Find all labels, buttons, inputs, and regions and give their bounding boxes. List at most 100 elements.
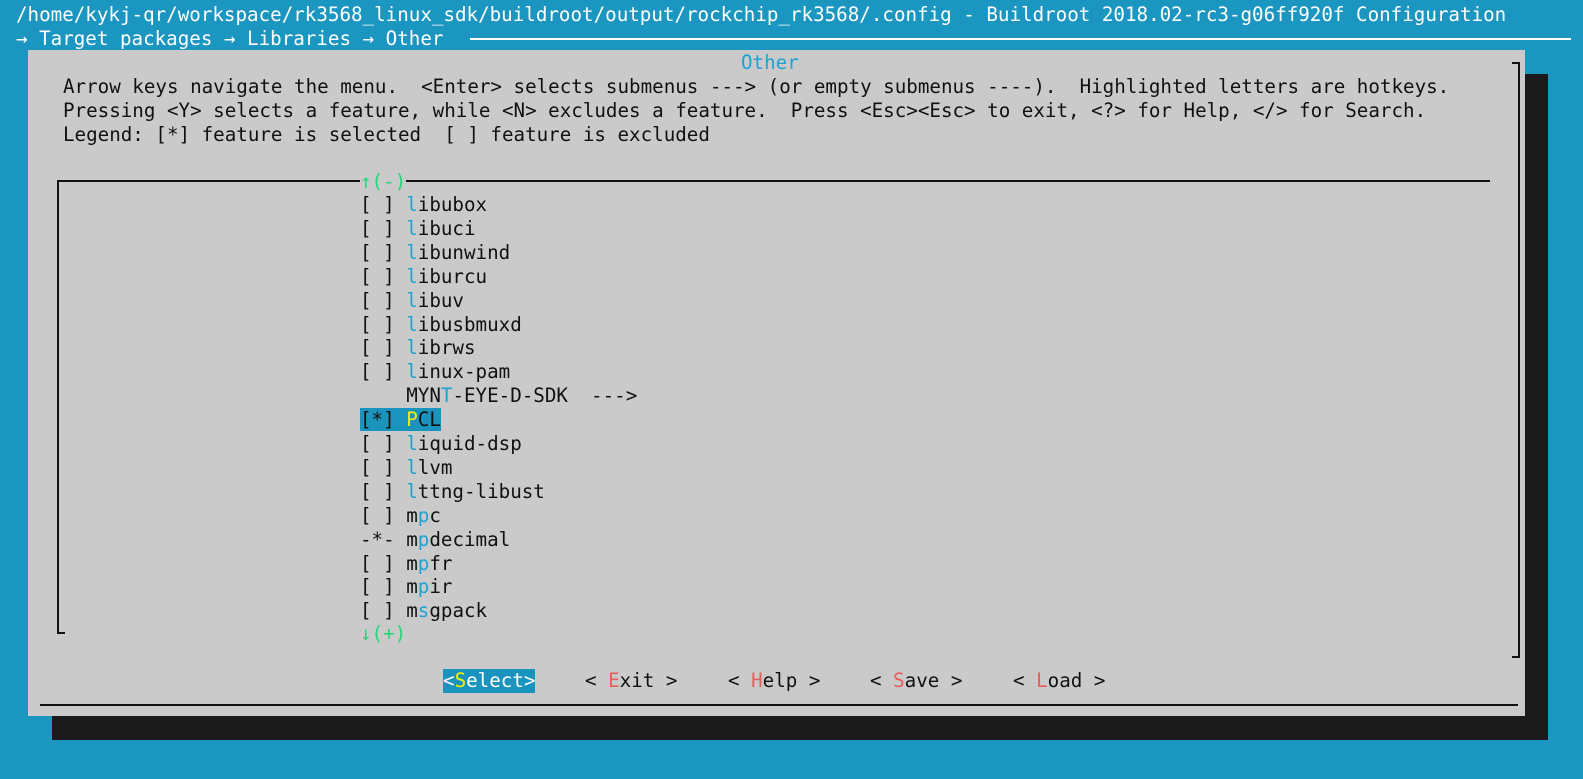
menu-item-highlight: [*] PCL	[360, 408, 441, 432]
menu-item-label: m	[406, 527, 418, 551]
load-button[interactable]: < Load >	[1013, 669, 1105, 693]
legend-line: Legend: [*] feature is selected [ ] feat…	[63, 123, 710, 146]
menu-box-left	[57, 180, 59, 634]
menu-item-hotkey: l	[406, 264, 418, 288]
menu-item-hotkey: p	[417, 551, 430, 575]
menu-item-label: m	[406, 575, 418, 599]
menu-item[interactable]: [ ] libubox	[360, 193, 487, 217]
menu-item-checkbox: [ ]	[360, 575, 407, 599]
menu-item-checkbox: [ ]	[360, 551, 407, 575]
menu-item-label: MYN	[406, 384, 441, 408]
help-button[interactable]: < Help >	[728, 669, 820, 693]
button-bracket: <	[585, 669, 609, 692]
menu-item-hotkey: l	[406, 216, 418, 240]
button-label: elect	[466, 669, 524, 692]
menu-item-checkbox: [ ]	[360, 264, 407, 288]
menu-item-checkbox	[360, 384, 406, 407]
menu-item[interactable]: [ ] linux-pam	[360, 360, 510, 384]
help-line: Pressing <Y> selects a feature, while <N…	[63, 99, 1427, 122]
button-bracket: >	[654, 669, 678, 692]
menu-item[interactable]: [*] PCL	[360, 408, 441, 432]
exit-button[interactable]: < Exit >	[585, 669, 677, 693]
button-hotkey: S	[454, 669, 467, 692]
menu-item-checkbox: [ ]	[360, 599, 407, 623]
menu-item-hotkey: l	[406, 479, 418, 503]
help-line: Arrow keys navigate the menu. <Enter> se…	[63, 75, 1450, 98]
save-button[interactable]: < Save >	[870, 669, 962, 693]
menu-item-hotkey: l	[406, 240, 418, 264]
menu-item-checkbox: -*-	[360, 527, 407, 551]
menu-item-checkbox: [ ]	[360, 240, 407, 264]
menu-item-hotkey: p	[417, 503, 430, 527]
menu-item-label: ibuci	[417, 216, 476, 240]
menu-item[interactable]: -*- mpdecimal	[360, 528, 510, 552]
menu-item-hotkey: l	[406, 288, 418, 312]
menu-item-hotkey: l	[406, 336, 418, 360]
menu-item-hotkey: s	[417, 599, 430, 623]
dialog-frame-right	[1518, 62, 1520, 658]
button-label: xit	[619, 669, 655, 692]
menu-item-label: c	[429, 503, 441, 527]
scroll-down-indicator: ↓(+)	[360, 622, 407, 645]
scroll-up-indicator: ↑(-)	[360, 170, 407, 194]
menu-item-checkbox: [ ]	[360, 312, 407, 336]
terminal-screen: /home/kykj-qr/workspace/rk3568_linux_sdk…	[0, 0, 1583, 779]
menu-item-label: m	[406, 551, 418, 575]
menu-box-top	[57, 180, 1490, 182]
menu-item[interactable]: [ ] libuci	[360, 217, 476, 241]
menu-item-checkbox: [ ]	[360, 193, 407, 216]
menu-item-hotkey: P	[406, 408, 418, 432]
menu-item-label: ibrws	[417, 336, 476, 360]
menu-item-label: inux-pam	[417, 360, 511, 384]
menu-item-hotkey: p	[417, 575, 430, 599]
button-bracket: >	[797, 669, 821, 692]
button-bracket: >	[1082, 669, 1106, 692]
button-hotkey: E	[608, 669, 620, 692]
menu-item-hotkey: T	[440, 384, 453, 408]
menu-item-checkbox: [ ]	[360, 432, 407, 455]
button-bracket: <	[1013, 669, 1037, 692]
menu-item[interactable]: [ ] mpir	[360, 575, 452, 599]
menu-item-checkbox: [ ]	[360, 503, 407, 527]
menu-item-label: iburcu	[417, 264, 488, 288]
menu-item[interactable]: [ ] msgpack	[360, 599, 487, 623]
menu-item-label: CL	[417, 408, 441, 432]
menu-item[interactable]: [ ] mpc	[360, 504, 441, 528]
menu-item-hotkey: l	[406, 193, 418, 216]
menu-item[interactable]: [ ] libunwind	[360, 241, 510, 265]
menu-item[interactable]: [ ] llvm	[360, 456, 452, 480]
menu-item[interactable]: [ ] librws	[360, 336, 476, 360]
menu-item-label: ibunwind	[417, 240, 511, 264]
menu-item[interactable]: MYNT-EYE-D-SDK --->	[360, 384, 637, 408]
menu-item-label: fr	[429, 551, 453, 575]
menu-item-label: ibusbmuxd	[417, 312, 522, 336]
menu-item[interactable]: [ ] lttng-libust	[360, 480, 545, 504]
menu-item[interactable]: [ ] mpfr	[360, 552, 452, 576]
menu-item-label: ibubox	[417, 193, 488, 216]
menu-item[interactable]: [ ] liquid-dsp	[360, 432, 522, 456]
menu-item-hotkey: p	[417, 527, 430, 551]
menu-item-label: decimal	[429, 527, 511, 551]
button-bracket: <	[728, 669, 752, 692]
dialog-frame-corner	[1512, 62, 1520, 64]
button-hotkey: S	[893, 669, 905, 692]
menu-item-label: iquid-dsp	[417, 432, 522, 455]
menu-item[interactable]: [ ] liburcu	[360, 265, 487, 289]
button-label: ave	[904, 669, 940, 692]
menu-item-label: ir	[429, 575, 453, 599]
dialog-frame-corner	[1512, 656, 1520, 658]
menu-item-hotkey: l	[406, 432, 418, 455]
breadcrumb: → Target packages → Libraries → Other	[16, 27, 455, 50]
select-button[interactable]: <Select>	[443, 669, 536, 693]
menu-item[interactable]: [ ] libuv	[360, 289, 464, 313]
dialog-title: Other	[741, 51, 799, 74]
menu-item-checkbox: [ ]	[360, 288, 407, 312]
button-bracket: >	[939, 669, 963, 692]
menu-item[interactable]: [ ] libusbmuxd	[360, 313, 522, 337]
menu-item-label: m	[406, 503, 418, 527]
menu-item-checkbox: [ ]	[360, 336, 407, 360]
menu-item-label: gpack	[429, 599, 488, 623]
button-bracket: <	[870, 669, 894, 692]
menu-item-hotkey: l	[406, 455, 418, 479]
menu-item-label: lvm	[417, 455, 453, 479]
